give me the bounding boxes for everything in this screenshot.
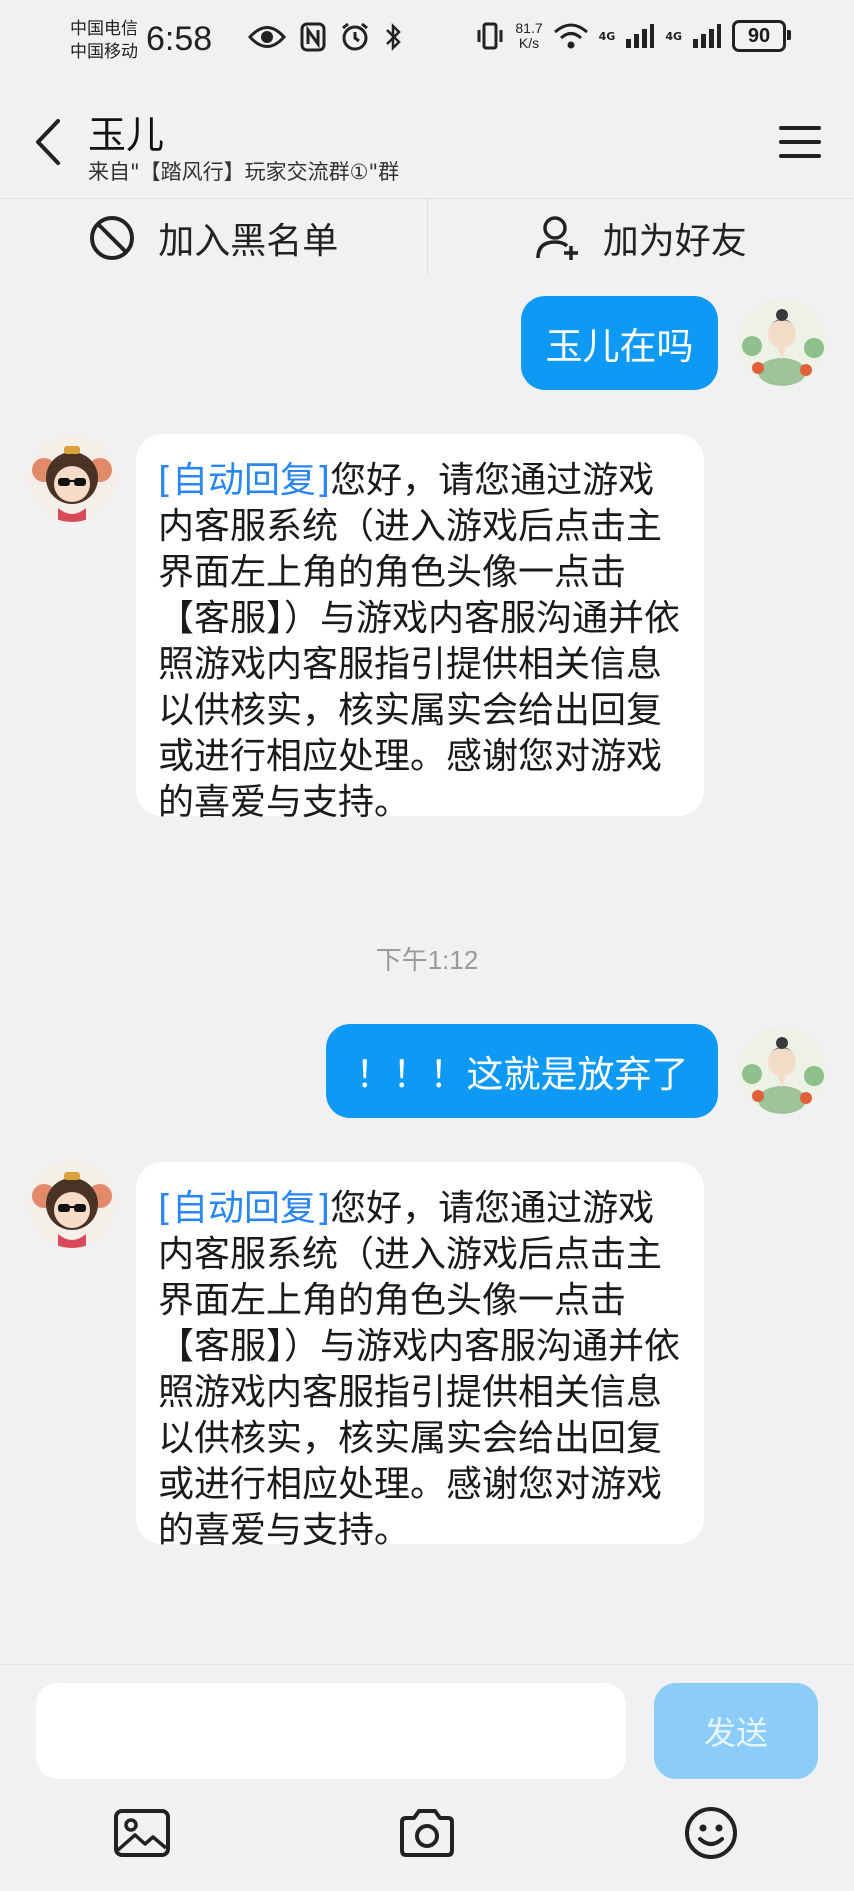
message-text: 您好，请您通过游戏内客服系统（进入游戏后点击主界面左上角的角色头像一点击【客服】… <box>158 1188 680 1551</box>
emoji-button[interactable] <box>679 1801 743 1865</box>
status-left-icons <box>248 22 402 52</box>
send-button[interactable]: 发送 <box>654 1683 818 1779</box>
contact-avatar[interactable] <box>28 434 116 522</box>
status-bar: 中国电信 中国移动 6:58 81.7 K/s 4G 4G 90 <box>0 0 854 84</box>
battery-indicator: 90 <box>732 20 786 52</box>
eye-icon <box>248 24 286 50</box>
avatar-image <box>738 1026 826 1114</box>
bluetooth-icon <box>384 22 402 52</box>
chevron-left-icon <box>34 118 62 166</box>
add-friend-button[interactable]: 加为好友 <box>427 199 854 277</box>
message-list[interactable]: 玉儿在吗 [自动回复]您好， <box>0 276 854 1664</box>
outgoing-message-bubble[interactable]: ！！！这就是放弃了 <box>326 1024 718 1118</box>
message-timestamp: 下午1:12 <box>0 940 854 977</box>
contact-source: 来自"【踏风行】玩家交流群①"群 <box>88 156 399 186</box>
contact-name: 玉儿 <box>88 104 164 159</box>
avatar-image <box>28 1160 116 1248</box>
outgoing-message-bubble[interactable]: 玉儿在吗 <box>521 296 718 390</box>
vibrate-icon <box>475 21 505 51</box>
add-to-blacklist-button[interactable]: 加入黑名单 <box>0 199 427 277</box>
alarm-icon <box>340 22 370 52</box>
more-menu-button[interactable] <box>776 118 824 166</box>
composer: 发送 <box>0 1664 854 1891</box>
contact-avatar[interactable] <box>28 1160 116 1248</box>
signal-icon <box>692 23 722 49</box>
auto-reply-tag: [自动回复] <box>158 1188 330 1229</box>
signal-icon <box>625 23 655 49</box>
chat-header: 玉儿 来自"【踏风行】玩家交流群①"群 <box>0 84 854 198</box>
carrier-2: 中国移动 <box>70 41 138 64</box>
camera-icon <box>398 1808 456 1858</box>
avatar-image <box>28 434 116 522</box>
message-text: 玉儿在吗 <box>546 316 694 370</box>
message-text: 您好，请您通过游戏内客服系统（进入游戏后点击主界面左上角的角色头像一点击【客服】… <box>158 460 680 823</box>
network-type-2: 4G <box>665 30 682 43</box>
blacklist-label: 加入黑名单 <box>158 212 338 264</box>
message-input[interactable] <box>36 1683 626 1779</box>
status-right-icons: 81.7 K/s 4G 4G 90 <box>475 20 786 52</box>
auto-reply-tag: [自动回复] <box>158 460 330 501</box>
status-time: 6:58 <box>146 20 212 59</box>
add-friend-label: 加为好友 <box>603 212 747 264</box>
back-button[interactable] <box>26 114 70 170</box>
network-speed: 81.7 K/s <box>515 21 542 51</box>
network-type-1: 4G <box>599 30 616 43</box>
my-avatar[interactable] <box>738 298 826 386</box>
carrier-names: 中国电信 中国移动 <box>70 18 138 64</box>
nfc-icon <box>300 22 326 52</box>
add-user-icon <box>535 214 581 262</box>
stranger-action-bar: 加入黑名单 加为好友 <box>0 198 854 278</box>
my-avatar[interactable] <box>738 1026 826 1114</box>
block-icon <box>88 214 136 262</box>
emoji-icon <box>683 1805 739 1861</box>
wifi-icon <box>553 22 589 50</box>
avatar-image <box>738 298 826 386</box>
message-text: ！！！这就是放弃了 <box>356 1044 689 1098</box>
image-icon <box>113 1808 171 1858</box>
incoming-message-bubble[interactable]: [自动回复]您好，请您通过游戏内客服系统（进入游戏后点击主界面左上角的角色头像一… <box>136 434 704 816</box>
camera-button[interactable] <box>395 1801 459 1865</box>
image-button[interactable] <box>110 1801 174 1865</box>
carrier-1: 中国电信 <box>70 18 138 41</box>
menu-icon <box>779 125 821 159</box>
incoming-message-bubble[interactable]: [自动回复]您好，请您通过游戏内客服系统（进入游戏后点击主界面左上角的角色头像一… <box>136 1162 704 1544</box>
